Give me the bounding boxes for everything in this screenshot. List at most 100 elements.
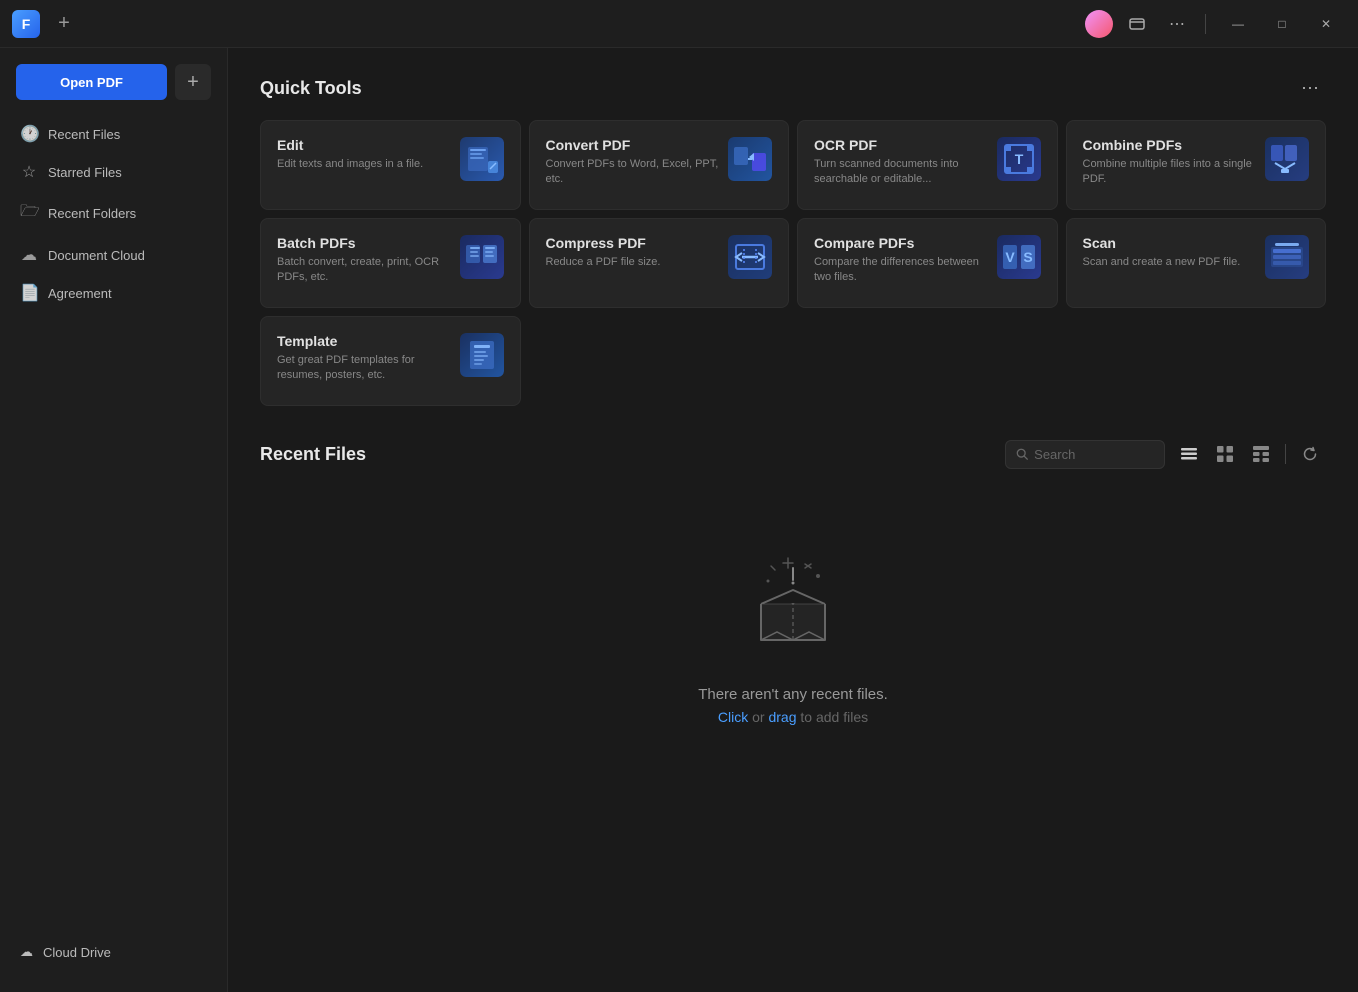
tool-ocr-pdf[interactable]: OCR PDF Turn scanned documents into sear… bbox=[797, 120, 1058, 210]
tool-convert-pdf[interactable]: Convert PDF Convert PDFs to Word, Excel,… bbox=[529, 120, 790, 210]
avatar bbox=[1085, 10, 1113, 38]
titlebar-right: ⋯ — □ ✕ bbox=[1085, 8, 1346, 40]
svg-text:S: S bbox=[1023, 249, 1032, 265]
tool-ocr-desc: Turn scanned documents into searchable o… bbox=[814, 157, 989, 188]
tool-template[interactable]: Template Get great PDF templates for res… bbox=[260, 316, 521, 406]
svg-text:V: V bbox=[1005, 249, 1015, 265]
notifications-button[interactable] bbox=[1121, 8, 1153, 40]
tool-compare-desc: Compare the differences between two file… bbox=[814, 255, 989, 286]
cloud-drive-icon: ☁ bbox=[20, 944, 33, 960]
titlebar-left: F + bbox=[12, 10, 76, 38]
search-input[interactable] bbox=[1034, 447, 1154, 462]
window-controls: — □ ✕ bbox=[1218, 8, 1346, 40]
refresh-icon bbox=[1302, 446, 1318, 462]
app-logo: F bbox=[12, 10, 40, 38]
view-controls bbox=[1173, 438, 1326, 470]
recent-files-icon: 🕐 bbox=[20, 124, 38, 144]
grid-view-button[interactable] bbox=[1209, 438, 1241, 470]
empty-text-sub: Click or drag to add files bbox=[718, 709, 868, 725]
tool-combine-desc: Combine multiple files into a single PDF… bbox=[1083, 157, 1258, 188]
drag-link[interactable]: drag bbox=[768, 709, 796, 725]
compare-tool-icon: V S bbox=[997, 235, 1041, 279]
tool-template-title: Template bbox=[277, 333, 452, 349]
tools-grid: Edit Edit texts and images in a file. bbox=[260, 120, 1326, 406]
titlebar-divider bbox=[1205, 14, 1206, 34]
recent-files-header: Recent Files bbox=[260, 438, 1326, 470]
search-bar bbox=[1005, 440, 1165, 469]
sidebar-top: Open PDF + bbox=[0, 64, 227, 116]
agreement-icon: 📄 bbox=[20, 283, 38, 303]
tool-compare-pdfs[interactable]: Compare PDFs Compare the differences bet… bbox=[797, 218, 1058, 308]
sidebar-item-agreement[interactable]: 📄 Agreement bbox=[8, 275, 219, 311]
tool-batch-title: Batch PDFs bbox=[277, 235, 452, 251]
list-view-icon bbox=[1181, 446, 1197, 462]
sidebar-item-document-cloud[interactable]: ☁ Document Cloud bbox=[8, 237, 219, 273]
more-options-button[interactable]: ⋯ bbox=[1161, 8, 1193, 40]
tool-convert-title: Convert PDF bbox=[546, 137, 721, 153]
tool-compress-desc: Reduce a PDF file size. bbox=[546, 255, 721, 270]
sidebar-item-label: Document Cloud bbox=[48, 248, 145, 263]
sidebar-item-label: Recent Folders bbox=[48, 206, 136, 221]
refresh-button[interactable] bbox=[1294, 438, 1326, 470]
batch-tool-icon bbox=[460, 235, 504, 279]
scan-tool-icon bbox=[1265, 235, 1309, 279]
star-icon: ☆ bbox=[20, 162, 38, 182]
tool-combine-title: Combine PDFs bbox=[1083, 137, 1258, 153]
tool-convert-desc: Convert PDFs to Word, Excel, PPT, etc. bbox=[546, 157, 721, 188]
tool-scan[interactable]: Scan Scan and create a new PDF file. bbox=[1066, 218, 1327, 308]
content-area: Quick Tools ⋯ Edit Edit texts and images… bbox=[228, 48, 1358, 992]
list-view-button[interactable] bbox=[1173, 438, 1205, 470]
sidebar-bottom: ☁ Cloud Drive bbox=[0, 936, 227, 976]
tool-edit[interactable]: Edit Edit texts and images in a file. bbox=[260, 120, 521, 210]
tool-compress-title: Compress PDF bbox=[546, 235, 721, 251]
add-tab-button[interactable]: + bbox=[52, 12, 76, 36]
sidebar-item-recent-files[interactable]: 🕐 Recent Files bbox=[8, 116, 219, 152]
recent-files-title: Recent Files bbox=[260, 444, 366, 465]
grid-view-icon bbox=[1217, 446, 1233, 462]
sidebar-item-recent-folders[interactable]: 🗁 Recent Folders bbox=[8, 192, 219, 235]
empty-state: There aren't any recent files. Click or … bbox=[260, 486, 1326, 785]
tool-ocr-title: OCR PDF bbox=[814, 137, 989, 153]
empty-or-text: or bbox=[748, 709, 768, 725]
combine-tool-icon bbox=[1265, 137, 1309, 181]
sidebar-item-cloud-drive[interactable]: ☁ Cloud Drive bbox=[8, 936, 219, 968]
titlebar: F + ⋯ — □ ✕ bbox=[0, 0, 1358, 48]
quick-tools-more-button[interactable]: ⋯ bbox=[1294, 72, 1326, 104]
empty-text-main: There aren't any recent files. bbox=[698, 686, 888, 703]
tool-compare-title: Compare PDFs bbox=[814, 235, 989, 251]
tool-batch-pdfs[interactable]: Batch PDFs Batch convert, create, print,… bbox=[260, 218, 521, 308]
open-pdf-button[interactable]: Open PDF bbox=[16, 64, 167, 100]
compress-tool-icon bbox=[728, 235, 772, 279]
sidebar-nav: 🕐 Recent Files ☆ Starred Files 🗁 Recent … bbox=[0, 116, 227, 936]
svg-text:T: T bbox=[1014, 151, 1023, 167]
minimize-button[interactable]: — bbox=[1218, 8, 1258, 40]
tool-edit-desc: Edit texts and images in a file. bbox=[277, 157, 452, 172]
template-tool-icon bbox=[460, 333, 504, 377]
empty-add-text: to add files bbox=[797, 709, 869, 725]
main-layout: Open PDF + 🕐 Recent Files ☆ Starred File… bbox=[0, 48, 1358, 992]
sidebar-item-label: Cloud Drive bbox=[43, 945, 111, 960]
edit-tool-icon bbox=[460, 137, 504, 181]
tool-combine-pdfs[interactable]: Combine PDFs Combine multiple files into… bbox=[1066, 120, 1327, 210]
empty-box-illustration bbox=[733, 546, 853, 666]
tool-compress-pdf[interactable]: Compress PDF Reduce a PDF file size. bbox=[529, 218, 790, 308]
sidebar-item-label: Recent Files bbox=[48, 127, 120, 142]
convert-tool-icon bbox=[728, 137, 772, 181]
click-link[interactable]: Click bbox=[718, 709, 748, 725]
new-tab-button[interactable]: + bbox=[175, 64, 211, 100]
sidebar-item-label: Agreement bbox=[48, 286, 112, 301]
sidebar: Open PDF + 🕐 Recent Files ☆ Starred File… bbox=[0, 48, 228, 992]
tool-template-desc: Get great PDF templates for resumes, pos… bbox=[277, 353, 452, 384]
table-view-icon bbox=[1253, 446, 1269, 462]
sidebar-item-label: Starred Files bbox=[48, 165, 122, 180]
quick-tools-title: Quick Tools bbox=[260, 78, 362, 99]
tool-scan-desc: Scan and create a new PDF file. bbox=[1083, 255, 1258, 270]
tool-batch-desc: Batch convert, create, print, OCR PDFs, … bbox=[277, 255, 452, 286]
recent-files-controls bbox=[1005, 438, 1326, 470]
close-button[interactable]: ✕ bbox=[1306, 8, 1346, 40]
tool-scan-title: Scan bbox=[1083, 235, 1258, 251]
maximize-button[interactable]: □ bbox=[1262, 8, 1302, 40]
view-divider bbox=[1285, 444, 1286, 464]
table-view-button[interactable] bbox=[1245, 438, 1277, 470]
sidebar-item-starred-files[interactable]: ☆ Starred Files bbox=[8, 154, 219, 190]
